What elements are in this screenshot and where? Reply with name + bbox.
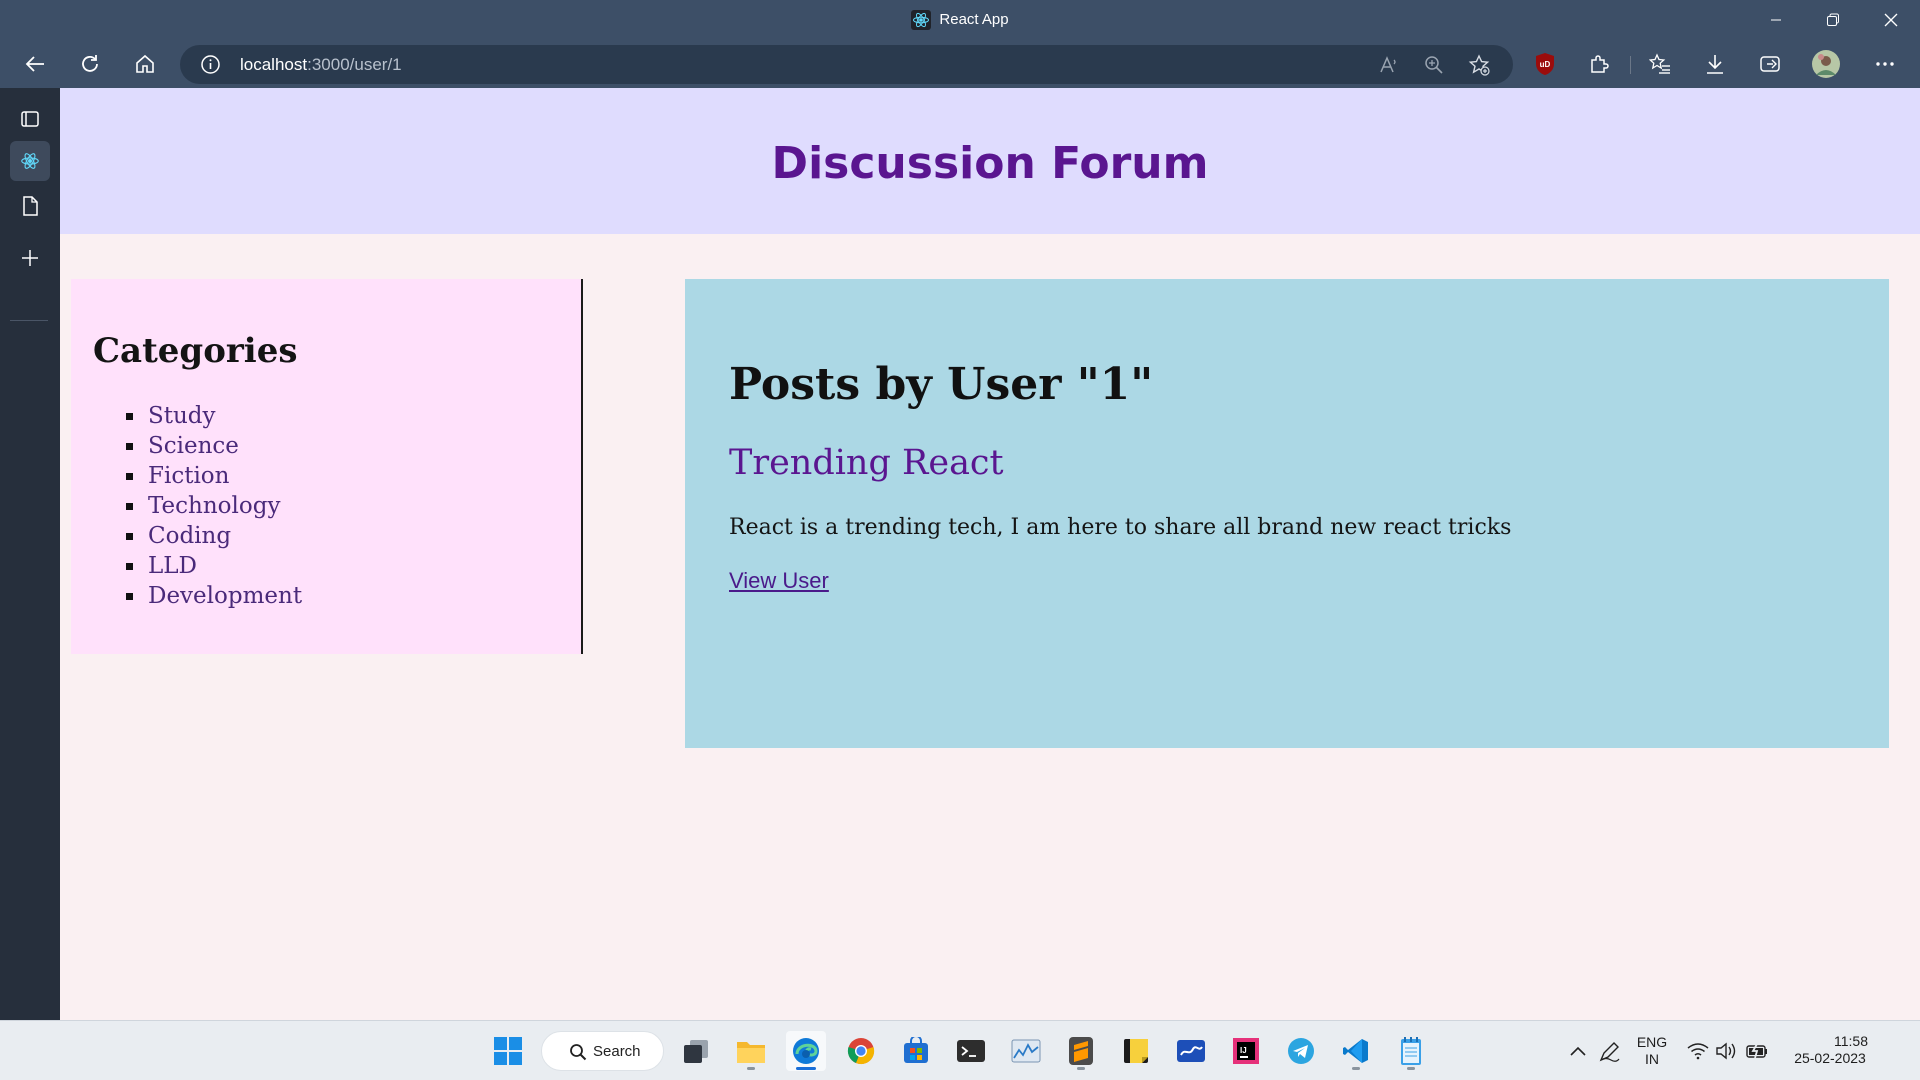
- downloads-icon[interactable]: [1700, 49, 1730, 79]
- region-code: IN: [1645, 1051, 1659, 1067]
- url-text[interactable]: localhost:3000/user/1: [240, 54, 402, 76]
- clock-date: 25-02-2023: [1794, 1050, 1866, 1066]
- window-title: React App: [0, 8, 1920, 32]
- resource-monitor-icon[interactable]: [1006, 1031, 1046, 1071]
- restore-button[interactable]: [1813, 4, 1853, 36]
- category-item-technology[interactable]: Technology: [125, 491, 302, 521]
- microsoft-store-icon[interactable]: [896, 1031, 936, 1071]
- window-title-text: React App: [939, 11, 1009, 28]
- page-icon: [23, 196, 38, 216]
- sublime-text-icon[interactable]: [1061, 1031, 1101, 1071]
- browser-titlebar: React App localhost:3000/user/1 uD: [0, 0, 1920, 88]
- tab-blank-page[interactable]: [10, 186, 50, 226]
- windows-logo-icon: [494, 1037, 522, 1065]
- react-icon: [911, 10, 932, 31]
- toolbar-divider: [1630, 56, 1631, 74]
- edge-browser-icon[interactable]: [786, 1031, 826, 1071]
- intellij-idea-icon[interactable]: IJ: [1226, 1031, 1266, 1071]
- view-user-link[interactable]: View User: [729, 566, 829, 596]
- new-tab-button[interactable]: [10, 238, 50, 278]
- favorites-icon[interactable]: [1645, 49, 1675, 79]
- ublock-extension-icon[interactable]: uD: [1530, 49, 1560, 79]
- site-header: Discussion Forum: [60, 88, 1920, 234]
- taskbar-search[interactable]: Search: [541, 1031, 664, 1071]
- extensions-icon[interactable]: [1584, 49, 1614, 79]
- start-button[interactable]: [488, 1031, 528, 1071]
- back-button[interactable]: [18, 47, 52, 81]
- close-button[interactable]: [1871, 4, 1911, 36]
- whiteboard-icon[interactable]: [1171, 1031, 1211, 1071]
- input-language[interactable]: ENG IN: [1630, 1034, 1674, 1068]
- posts-panel: Posts by User "1" Trending React React i…: [685, 279, 1889, 748]
- site-title: Discussion Forum: [771, 138, 1209, 189]
- refresh-icon: [82, 55, 98, 72]
- minimize-button[interactable]: [1756, 4, 1796, 36]
- tab-strip-divider: [10, 320, 48, 321]
- category-item-science[interactable]: Science: [125, 431, 302, 461]
- read-aloud-icon[interactable]: [1378, 54, 1400, 76]
- address-bar[interactable]: localhost:3000/user/1: [180, 45, 1513, 84]
- notepad-icon[interactable]: [1391, 1031, 1431, 1071]
- posts-heading: Posts by User "1": [729, 359, 1154, 410]
- clock-time: 11:58: [1834, 1033, 1868, 1049]
- search-icon: [570, 1044, 587, 1061]
- post-body: React is a trending tech, I am here to s…: [729, 515, 1512, 540]
- category-item-study[interactable]: Study: [125, 401, 302, 431]
- category-item-fiction[interactable]: Fiction: [125, 461, 302, 491]
- home-button[interactable]: [128, 47, 162, 81]
- refresh-button[interactable]: [73, 47, 107, 81]
- svg-text:IJ: IJ: [1240, 1046, 1247, 1055]
- react-icon: [21, 153, 39, 169]
- categories-panel: Categories Study Science Fiction Technol…: [71, 279, 583, 654]
- url-host: localhost: [240, 55, 308, 74]
- browser-essentials-icon[interactable]: [1755, 49, 1785, 79]
- more-options-icon[interactable]: [1870, 49, 1900, 79]
- windows-taskbar: Search IJ ENG IN 11:58 25-02-2023: [0, 1020, 1920, 1080]
- chrome-icon[interactable]: [841, 1031, 881, 1071]
- profile-avatar[interactable]: [1811, 49, 1841, 79]
- plus-icon: [22, 250, 38, 266]
- tab-actions-icon[interactable]: [10, 99, 50, 139]
- category-item-lld[interactable]: LLD: [125, 551, 302, 581]
- post-title: Trending React: [729, 443, 1004, 483]
- telegram-icon[interactable]: [1281, 1031, 1321, 1071]
- categories-list: Study Science Fiction Technology Coding …: [125, 401, 302, 611]
- terminal-icon[interactable]: [951, 1031, 991, 1071]
- category-item-development[interactable]: Development: [125, 581, 302, 611]
- vscode-icon[interactable]: [1336, 1031, 1376, 1071]
- tab-react-app[interactable]: [10, 141, 50, 181]
- clock[interactable]: 11:58 25-02-2023: [1780, 1033, 1880, 1067]
- back-arrow-icon: [25, 56, 44, 72]
- sticky-notes-icon[interactable]: [1116, 1031, 1156, 1071]
- zoom-icon[interactable]: [1423, 54, 1445, 76]
- search-label: Search: [593, 1043, 641, 1060]
- language-code: ENG: [1636, 1034, 1668, 1050]
- categories-heading: Categories: [93, 331, 298, 371]
- vertical-tab-strip: [0, 88, 60, 1020]
- home-icon: [136, 54, 154, 73]
- task-view-icon[interactable]: [676, 1031, 716, 1071]
- file-explorer-icon[interactable]: [731, 1031, 771, 1071]
- category-item-coding[interactable]: Coding: [125, 521, 302, 551]
- pen-menu-icon[interactable]: [1590, 1031, 1630, 1071]
- add-favorite-icon[interactable]: [1468, 54, 1490, 76]
- info-icon[interactable]: [200, 54, 221, 75]
- web-page: Discussion Forum Categories Study Scienc…: [60, 88, 1920, 1020]
- battery-icon[interactable]: [1738, 1031, 1776, 1071]
- svg-text:uD: uD: [1540, 60, 1551, 69]
- url-path: :3000/user/1: [307, 55, 402, 74]
